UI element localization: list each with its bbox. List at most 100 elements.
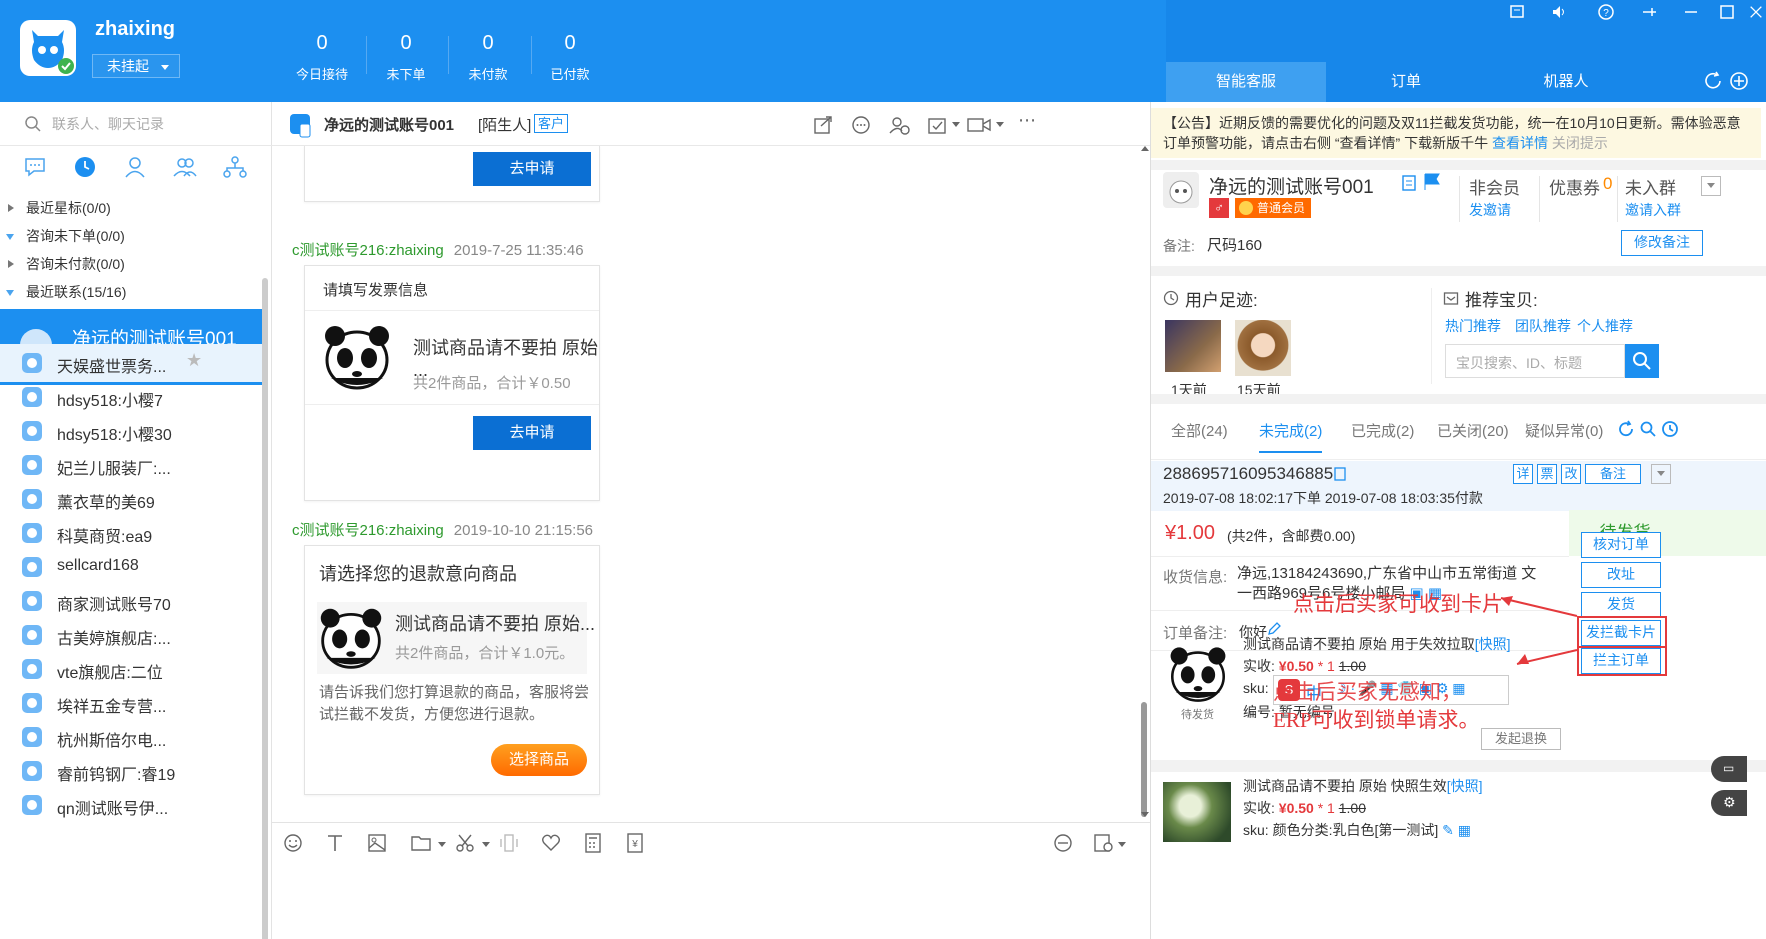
contact-item[interactable]: 埃祥五金专营... bbox=[0, 684, 263, 722]
task-icon[interactable] bbox=[926, 114, 948, 136]
change-address-button[interactable]: 改址 bbox=[1581, 562, 1661, 588]
folder-icon[interactable] bbox=[410, 832, 432, 854]
coupon-icon[interactable]: ¥ bbox=[624, 832, 646, 854]
user-icon[interactable] bbox=[122, 154, 148, 180]
send-intercept-card-button[interactable]: 发拦截卡片 bbox=[1581, 620, 1661, 646]
notice-close-link[interactable]: 关闭提示 bbox=[1552, 135, 1608, 151]
group-starred[interactable]: 最近星标(0/0) bbox=[0, 194, 262, 222]
contact-item[interactable]: 薰衣草的美69 bbox=[0, 480, 263, 518]
users-icon[interactable] bbox=[172, 154, 198, 180]
add-icon[interactable] bbox=[1728, 70, 1750, 92]
stat-not-ordered[interactable]: 0 未下单 bbox=[366, 28, 446, 83]
font-icon[interactable] bbox=[324, 832, 346, 854]
ship-button[interactable]: 发货 bbox=[1581, 592, 1661, 618]
scroll-up-icon[interactable] bbox=[1141, 146, 1149, 151]
contact-item[interactable]: hdsy518:小樱7 bbox=[0, 378, 263, 416]
recommend-tab-team[interactable]: 团队推荐 bbox=[1515, 316, 1571, 336]
status-dropdown[interactable]: 未挂起 bbox=[92, 54, 180, 78]
quick-reply-icon[interactable] bbox=[850, 114, 872, 136]
edit-icon[interactable]: ✎ ▦ bbox=[1442, 822, 1471, 838]
order-remark-button[interactable]: 备注 bbox=[1585, 464, 1641, 484]
recommend-search-button[interactable] bbox=[1625, 344, 1659, 378]
chat-icon[interactable] bbox=[22, 154, 48, 180]
group-unpaid[interactable]: 咨询未付款(0/0) bbox=[0, 250, 262, 278]
more-icon[interactable]: ⋯ bbox=[1018, 110, 1036, 131]
float-chat-button[interactable]: ▭ bbox=[1711, 756, 1747, 782]
maximize-icon[interactable] bbox=[1718, 3, 1736, 21]
stat-paid[interactable]: 0 已付款 bbox=[530, 28, 610, 83]
verify-order-button[interactable]: 核对订单 bbox=[1581, 532, 1661, 558]
image-icon[interactable] bbox=[366, 832, 388, 854]
float-settings-button[interactable]: ⚙ bbox=[1711, 790, 1747, 816]
order-tab-pending[interactable]: 未完成(2) bbox=[1259, 420, 1323, 453]
message-history-icon[interactable] bbox=[1052, 832, 1074, 854]
org-icon[interactable] bbox=[222, 154, 248, 180]
apply-button[interactable]: 去申请 bbox=[473, 416, 591, 450]
contact-item[interactable]: hdsy518:小樱30 bbox=[0, 412, 263, 450]
footprint-image[interactable] bbox=[1165, 320, 1221, 372]
skin-icon[interactable] bbox=[1508, 3, 1526, 21]
calculator-icon[interactable] bbox=[582, 832, 604, 854]
item-image[interactable] bbox=[1163, 782, 1231, 842]
order-tab-closed[interactable]: 已关闭(20) bbox=[1437, 420, 1509, 441]
close-icon[interactable] bbox=[1748, 3, 1764, 21]
vibrate-icon[interactable] bbox=[498, 832, 520, 854]
contact-search[interactable]: 联系人、聊天记录 bbox=[0, 102, 272, 146]
item-title[interactable]: 测试商品请不要拍 原始 快照生效[快照] bbox=[1243, 776, 1483, 796]
sound-icon[interactable] bbox=[1550, 3, 1568, 21]
star-icon[interactable]: ★ bbox=[186, 350, 202, 371]
footprint-image[interactable] bbox=[1235, 320, 1291, 376]
sidebar-scrollbar[interactable] bbox=[262, 278, 268, 939]
transfer-icon[interactable] bbox=[888, 114, 910, 136]
contact-item[interactable]: 科莫商贸:ea9 bbox=[0, 514, 263, 552]
contact-item[interactable]: 妃兰儿服装厂:... bbox=[0, 446, 263, 484]
refund-exchange-button[interactable]: 发起退换 bbox=[1481, 728, 1561, 750]
order-detail-button[interactable]: 详 bbox=[1513, 464, 1533, 484]
lock-order-button[interactable]: 拦主订单 bbox=[1581, 648, 1661, 674]
tab-orders[interactable]: 订单 bbox=[1326, 62, 1486, 102]
chevron-down-icon[interactable] bbox=[482, 842, 490, 847]
refresh-icon[interactable] bbox=[1702, 70, 1724, 92]
stat-today[interactable]: 0 今日接待 bbox=[282, 28, 362, 83]
snapshot-link[interactable]: [快照] bbox=[1447, 778, 1483, 794]
remark-flag-icon[interactable] bbox=[1423, 172, 1441, 192]
search-icon[interactable] bbox=[1639, 420, 1657, 438]
recommend-tab-personal[interactable]: 个人推荐 bbox=[1577, 316, 1633, 336]
order-tab-done[interactable]: 已完成(2) bbox=[1351, 420, 1414, 441]
chat-scrollbar[interactable] bbox=[1141, 702, 1147, 817]
chevron-down-icon[interactable] bbox=[438, 842, 446, 847]
emoji-icon[interactable] bbox=[282, 832, 304, 854]
select-product-button[interactable]: 选择商品 bbox=[491, 744, 587, 776]
minimize-icon[interactable] bbox=[1682, 3, 1700, 21]
group-recent[interactable]: 最近联系(15/16) bbox=[0, 278, 262, 306]
heart-icon[interactable] bbox=[540, 832, 562, 854]
stat-unpaid[interactable]: 0 未付款 bbox=[448, 28, 528, 83]
invite-member-link[interactable]: 发邀请 bbox=[1469, 200, 1511, 220]
apply-button[interactable]: 去申请 bbox=[473, 152, 591, 186]
share-icon[interactable] bbox=[812, 114, 834, 136]
record-icon[interactable] bbox=[1092, 832, 1114, 854]
pin-icon[interactable] bbox=[1640, 3, 1658, 21]
notice-detail-link[interactable]: 查看详情 bbox=[1492, 135, 1548, 151]
clock-icon[interactable] bbox=[72, 154, 98, 180]
order-expand-button[interactable] bbox=[1651, 464, 1671, 484]
contact-item[interactable]: vte旗舰店:二位 bbox=[0, 650, 263, 688]
copy-icon[interactable] bbox=[1401, 174, 1417, 192]
video-icon[interactable] bbox=[966, 114, 992, 136]
chevron-down-icon[interactable] bbox=[1118, 842, 1126, 847]
contact-item[interactable]: 古美婷旗舰店:... bbox=[0, 616, 263, 654]
copy-icon[interactable] bbox=[1333, 466, 1347, 482]
contact-item[interactable]: qn测试账号伊... bbox=[0, 786, 263, 824]
order-tab-abnormal[interactable]: 疑似异常(0) bbox=[1525, 420, 1603, 441]
recommend-tab-hot[interactable]: 热门推荐 bbox=[1445, 316, 1501, 336]
edit-remark-button[interactable]: 修改备注 bbox=[1621, 230, 1703, 256]
order-invoice-button[interactable]: 票 bbox=[1537, 464, 1557, 484]
recommend-search-input[interactable]: 宝贝搜索、ID、标题 bbox=[1445, 344, 1625, 378]
order-edit-button[interactable]: 改 bbox=[1561, 464, 1581, 484]
order-tab-all[interactable]: 全部(24) bbox=[1171, 420, 1228, 441]
scissors-icon[interactable] bbox=[454, 832, 476, 854]
coupon-count[interactable]: 0 bbox=[1603, 174, 1612, 194]
chevron-down-icon[interactable] bbox=[996, 122, 1004, 127]
tab-smart-service[interactable]: 智能客服 bbox=[1166, 62, 1326, 102]
group-not-ordered[interactable]: 咨询未下单(0/0) bbox=[0, 222, 262, 250]
